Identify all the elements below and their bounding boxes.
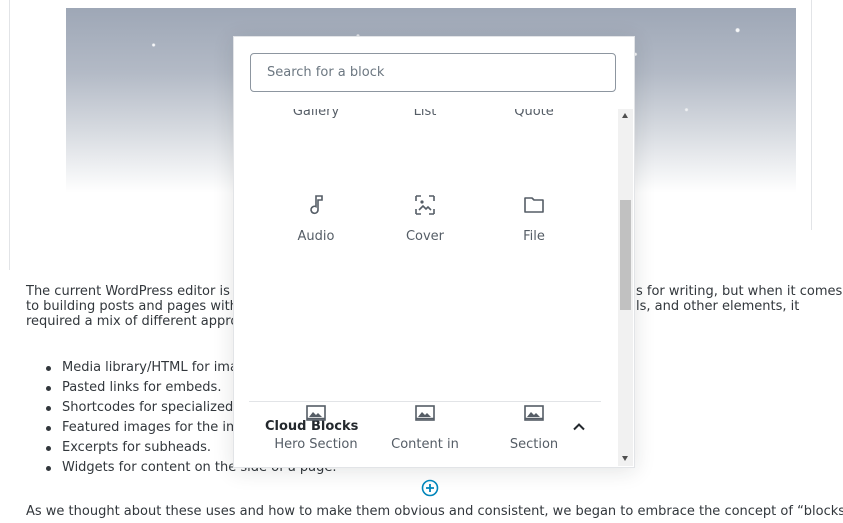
paragraph-line-2-right: ls, and other elements, it <box>636 299 800 314</box>
block-search-input[interactable] <box>250 53 616 92</box>
paragraph-line-2-left: to building posts and pages with <box>26 299 238 314</box>
block-audio-label: Audio <box>297 229 335 244</box>
editor-left-border <box>9 0 10 270</box>
block-file-button[interactable]: File <box>480 193 588 244</box>
scrollbar-thumb[interactable] <box>620 200 631 310</box>
block-section-button[interactable]: Section <box>480 401 588 452</box>
scroll-down-arrow-icon[interactable] <box>622 456 628 461</box>
block-content-in-button[interactable]: Content in <box>371 401 479 452</box>
block-content-in-label: Content in <box>391 437 459 452</box>
block-hero-section-label: Hero Section <box>274 437 358 452</box>
block-inserter-popover: Gallery List Quote Audio Cover File Clou <box>233 36 635 468</box>
block-hero-section-button[interactable]: Hero Section <box>262 401 370 452</box>
add-block-plus-icon[interactable] <box>421 479 439 497</box>
paragraph-line-1-right: s for writing, but when it comes <box>636 284 843 299</box>
folder-icon <box>524 197 544 213</box>
scroll-up-arrow-icon[interactable] <box>622 113 628 118</box>
block-quote-label[interactable]: Quote <box>480 109 588 119</box>
block-list-label[interactable]: List <box>371 109 479 119</box>
block-cover-button[interactable]: Cover <box>371 193 479 244</box>
music-note-icon <box>310 195 323 215</box>
block-section-label: Section <box>509 437 559 452</box>
block-audio-button[interactable]: Audio <box>262 193 370 244</box>
template-image-icon <box>415 405 435 421</box>
paragraph-line-1-left: The current WordPress editor is a <box>26 284 242 299</box>
results-scrollbar[interactable] <box>618 109 633 466</box>
block-results-list: Gallery List Quote Audio Cover File Clou <box>234 109 618 465</box>
block-gallery-label[interactable]: Gallery <box>262 109 370 119</box>
template-image-icon <box>524 405 544 421</box>
template-image-icon <box>306 405 326 421</box>
block-file-label: File <box>523 229 545 244</box>
block-cover-label: Cover <box>405 229 445 244</box>
paragraph-2-line-1: As we thought about these uses and how t… <box>26 504 843 519</box>
cover-image-icon <box>415 195 435 215</box>
paragraph-line-3: required a mix of different appro <box>26 314 239 329</box>
editor-right-border <box>811 0 812 230</box>
